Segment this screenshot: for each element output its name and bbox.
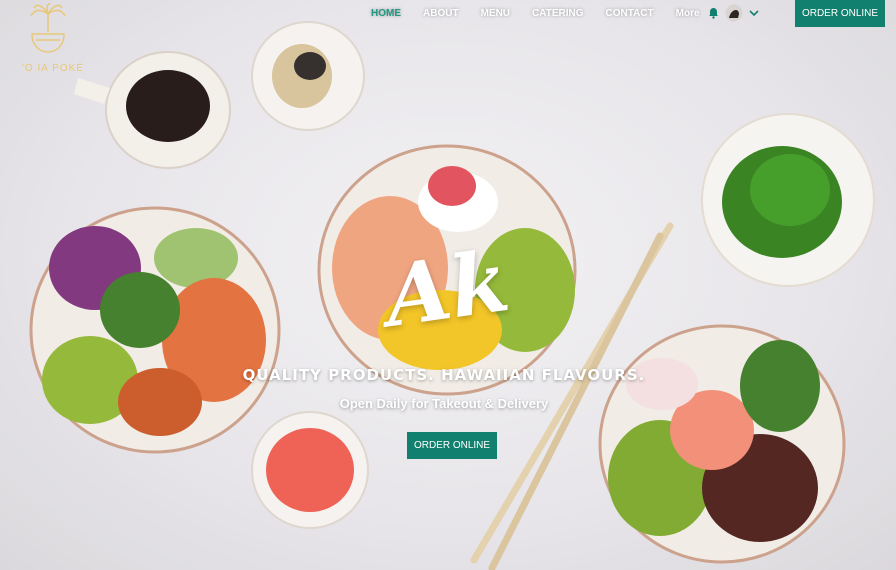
header-order-online-button[interactable]: ORDER ONLINE	[795, 0, 885, 27]
nav-item-more[interactable]: More	[665, 8, 711, 20]
nav-item-contact[interactable]: CONTACT	[595, 8, 665, 20]
brand-name: 'O IA POKÉ	[22, 63, 84, 74]
hero-tagline: QUALITY PRODUCTS. HAWAIIAN FLAVOURS.	[242, 366, 646, 384]
hero-order-online-button[interactable]: ORDER ONLINE	[407, 432, 497, 459]
account-controls	[708, 4, 759, 22]
bell-icon[interactable]	[708, 7, 719, 19]
hero-logo-script: Ak	[378, 230, 515, 347]
nav-item-catering[interactable]: CATERING	[521, 8, 594, 20]
palm-bowl-logo-icon	[30, 3, 66, 53]
main-navigation: HOME ABOUT MENU CATERING CONTACT More	[360, 8, 711, 20]
nav-item-menu[interactable]: MENU	[470, 8, 521, 20]
avatar[interactable]	[725, 4, 743, 22]
nav-item-home[interactable]: HOME	[360, 8, 412, 20]
brand-logo[interactable]: 'O IA POKÉ	[22, 2, 84, 74]
hero-section: 'O IA POKÉ HOME ABOUT MENU CATERING CONT…	[0, 0, 896, 570]
chevron-down-icon[interactable]	[749, 9, 759, 17]
nav-item-about[interactable]: ABOUT	[412, 8, 470, 20]
hero-subline: Open Daily for Takeout & Delivery	[339, 396, 549, 411]
